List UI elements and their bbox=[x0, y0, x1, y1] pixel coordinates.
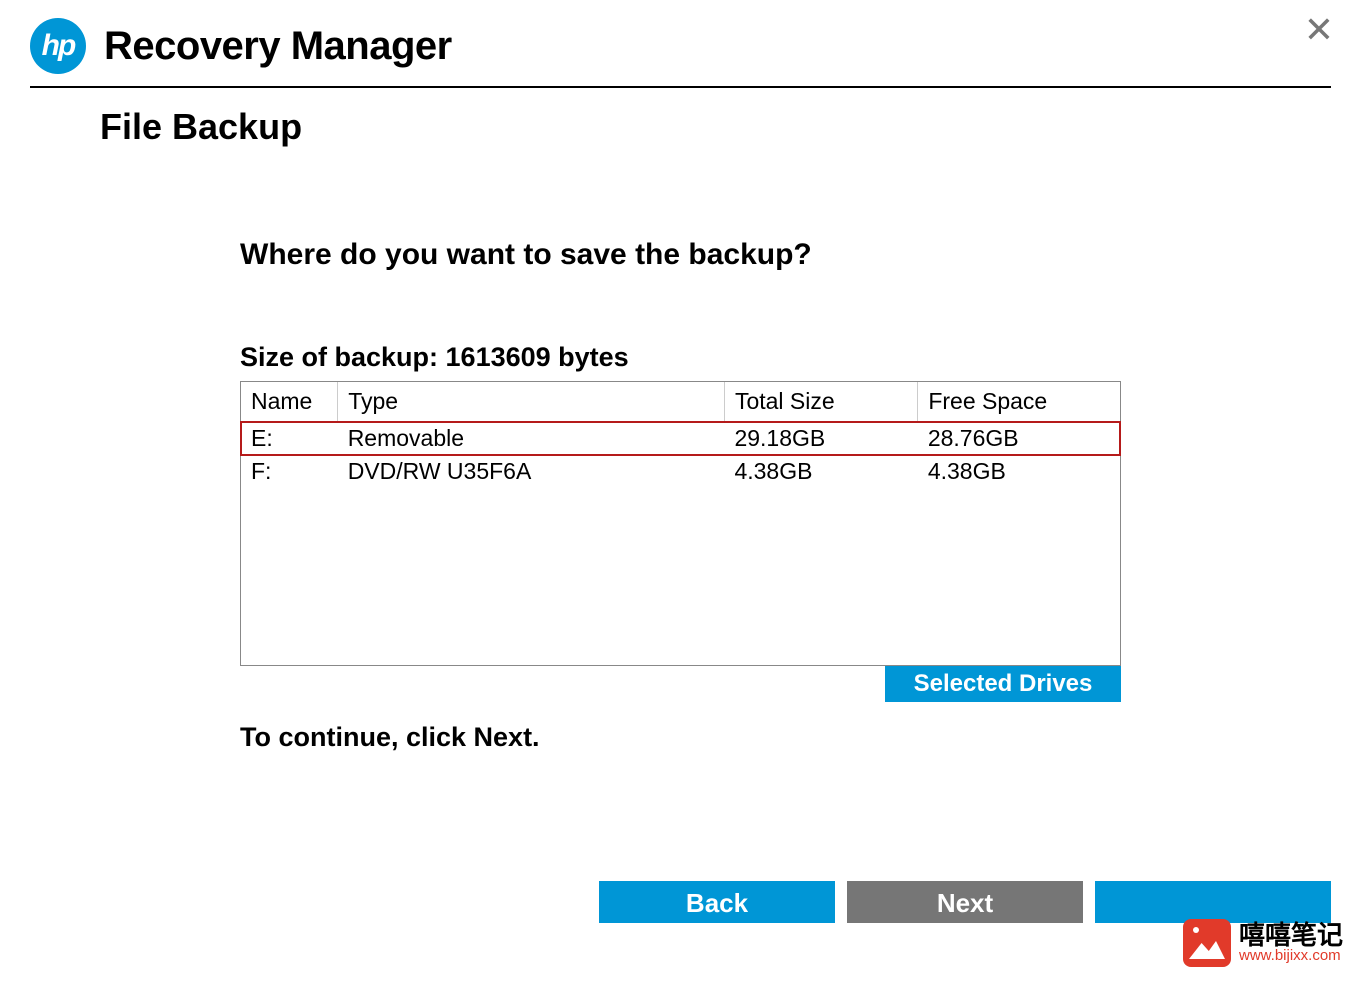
backup-size-label: Size of backup: 1613609 bytes bbox=[240, 342, 1121, 373]
cell-free: 28.76GB bbox=[918, 422, 1120, 456]
cell-total: 4.38GB bbox=[724, 455, 917, 488]
selected-drives-button[interactable]: Selected Drives bbox=[885, 666, 1121, 702]
cell-name: E: bbox=[241, 422, 338, 456]
col-header-name: Name bbox=[241, 382, 338, 422]
col-header-type: Type bbox=[338, 382, 725, 422]
question-text: Where do you want to save the backup? bbox=[240, 238, 1121, 272]
hp-logo-icon: hp bbox=[30, 18, 86, 74]
watermark: 嘻嘻笔记 www.bijixx.com bbox=[1183, 919, 1343, 967]
app-title: Recovery Manager bbox=[104, 24, 452, 69]
close-icon: ✕ bbox=[1304, 9, 1334, 50]
col-header-free: Free Space bbox=[918, 382, 1120, 422]
back-button[interactable]: Back bbox=[599, 881, 835, 923]
cell-free: 4.38GB bbox=[918, 455, 1120, 488]
col-header-total: Total Size bbox=[724, 382, 917, 422]
cell-type: DVD/RW U35F6A bbox=[338, 455, 725, 488]
cell-name: F: bbox=[241, 455, 338, 488]
watermark-icon bbox=[1183, 919, 1231, 967]
watermark-text-en: www.bijixx.com bbox=[1239, 948, 1343, 965]
drive-table: Name Type Total Size Free Space E:Remova… bbox=[240, 381, 1121, 666]
next-button[interactable]: Next bbox=[847, 881, 1083, 923]
table-header-row: Name Type Total Size Free Space bbox=[241, 382, 1120, 422]
cell-type: Removable bbox=[338, 422, 725, 456]
table-row[interactable]: E:Removable29.18GB28.76GB bbox=[241, 422, 1120, 456]
continue-message: To continue, click Next. bbox=[240, 722, 1121, 753]
close-button[interactable]: ✕ bbox=[1299, 12, 1339, 52]
header: hp Recovery Manager bbox=[0, 0, 1361, 86]
page-title: File Backup bbox=[100, 106, 1261, 148]
watermark-text-cn: 嘻嘻笔记 bbox=[1239, 922, 1343, 948]
table-row[interactable]: F:DVD/RW U35F6A4.38GB4.38GB bbox=[241, 455, 1120, 488]
cell-total: 29.18GB bbox=[724, 422, 917, 456]
third-button[interactable] bbox=[1095, 881, 1331, 923]
button-row: Back Next bbox=[0, 881, 1361, 923]
